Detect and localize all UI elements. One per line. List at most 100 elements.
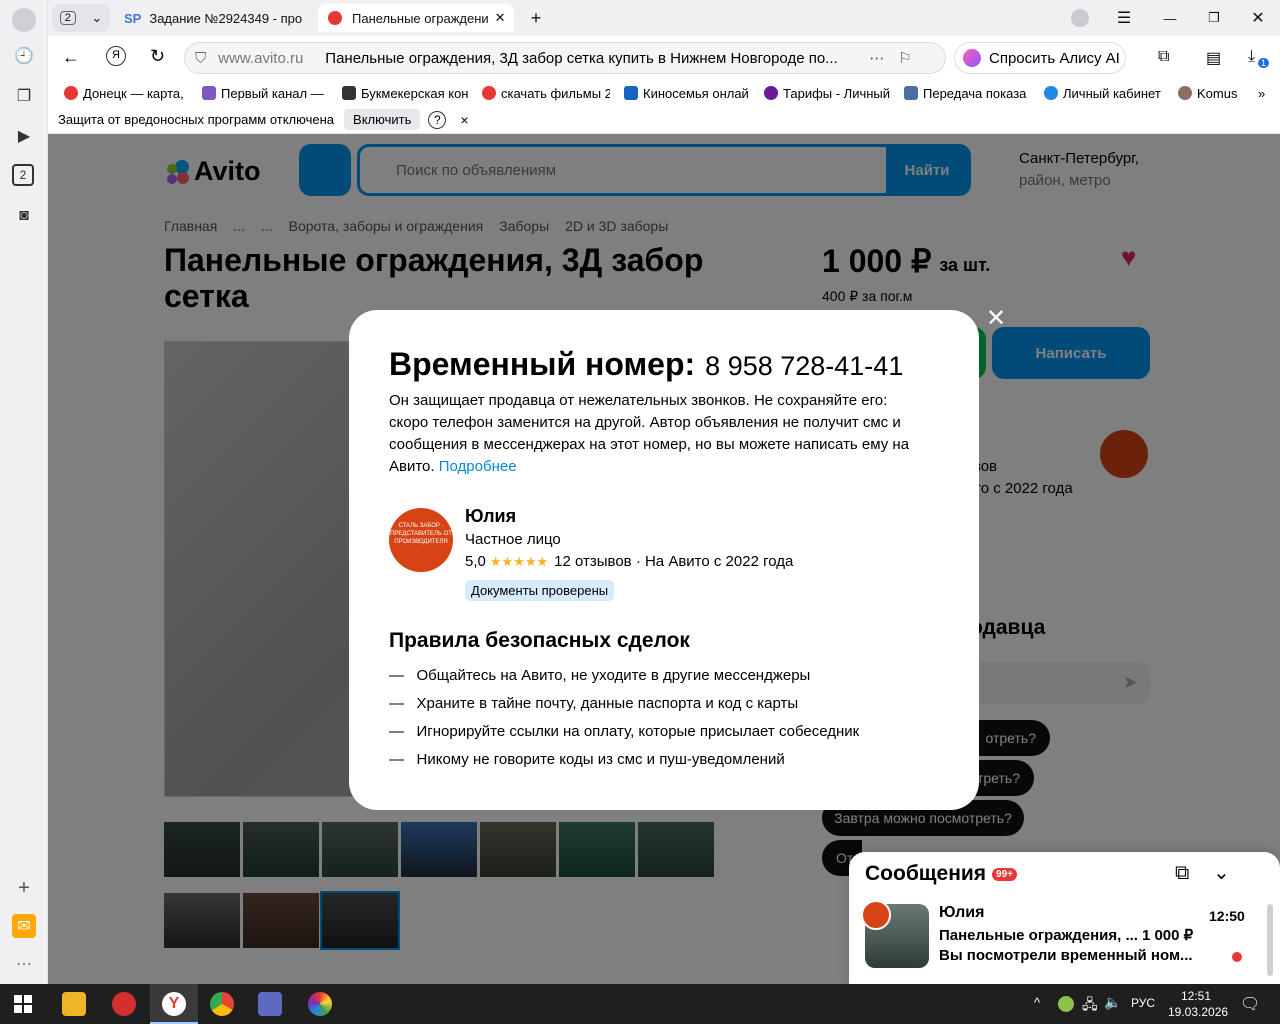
drop-icon [1044, 86, 1058, 100]
bookmark-label: Букмекерская кон [361, 85, 468, 101]
tab-title: Панельные ограждени [352, 10, 489, 26]
more-dots-icon[interactable]: ⋯ [869, 49, 884, 67]
screenshot-icon[interactable]: ◙ [12, 204, 36, 228]
rule-text: Игнорируйте ссылки на оплату, которые пр… [416, 723, 860, 740]
seller-type: Частное лицо [465, 531, 561, 548]
tab-avito[interactable]: Панельные ограждени ✕ [318, 4, 514, 32]
chat-item-title: Панельные ограждения, ... [939, 926, 1138, 944]
opera-icon[interactable] [112, 992, 136, 1016]
bookmark-item[interactable]: Komus [1178, 86, 1238, 101]
add-panel-icon[interactable]: + [12, 876, 36, 900]
alice-button[interactable]: Спросить Алису AI [954, 42, 1126, 74]
reviews-count[interactable]: 12 отзывов · На Авито с 2022 года [554, 553, 793, 570]
profile-avatar-icon[interactable] [12, 8, 36, 32]
clock-time: 12:51 [1180, 989, 1212, 1003]
extensions-icon[interactable]: ⧉ [1158, 48, 1169, 66]
rule-item: — Никому не говорите коды из смс и пуш-у… [389, 751, 785, 768]
tariffs-icon [764, 86, 778, 100]
bookmark-item[interactable]: Киносемья онлай [624, 86, 750, 101]
bookmark-item[interactable]: Тарифы - Личный [764, 86, 890, 101]
bookmark-label: скачать фильмы 2 [501, 85, 610, 101]
minimize-icon[interactable]: — [1160, 4, 1180, 32]
tab-group[interactable]: 2 ⌄ [52, 4, 110, 32]
seller-name[interactable]: Юлия [465, 506, 516, 527]
rule-text: Никому не говорите коды из смс и пуш-уве… [416, 751, 785, 768]
media-app-icon[interactable] [308, 992, 332, 1016]
bookmark-label: Первый канал — с [221, 85, 328, 101]
security-infobar: Защита от вредоносных программ отключена… [48, 106, 1280, 134]
network-icon[interactable]: 🖧 [1082, 994, 1098, 1018]
chat-time: 12:50 [1209, 908, 1245, 924]
seller-avatar-logo[interactable]: СТАЛЬ ЗАБОР · ПРЕДСТАВИТЕЛЬ ОТ ПРОИЗВОДИ… [389, 508, 453, 572]
tray-chevron-icon[interactable]: ^ [1034, 995, 1040, 1010]
mail-icon[interactable]: ✉ [12, 914, 36, 938]
downloads-badge: 1 [1258, 58, 1270, 68]
menu-icon[interactable]: ☰ [1114, 4, 1134, 32]
bookmark-item[interactable]: Первый канал — с [202, 86, 328, 101]
app-icon[interactable] [258, 992, 282, 1016]
tray-app-icon[interactable] [1058, 996, 1074, 1012]
komus-icon [1178, 86, 1192, 100]
more-bookmarks-icon[interactable]: » [1258, 86, 1265, 101]
back-icon[interactable]: ← [62, 47, 80, 68]
open-external-icon[interactable]: ⧉ [1175, 862, 1189, 885]
scrollbar[interactable] [1267, 904, 1273, 976]
chat-preview: Вы посмотрели временный ном... [939, 947, 1193, 964]
chevron-down-icon[interactable]: ⌄ [1213, 860, 1230, 885]
new-tab-button[interactable]: + [524, 4, 548, 32]
bookmark-label: Передача показа [923, 85, 1027, 101]
close-infobar-icon[interactable]: × [460, 112, 468, 128]
history-icon[interactable]: 🕘 [12, 44, 36, 68]
chrome-icon[interactable] [210, 992, 234, 1016]
tab-count-icon[interactable]: 2 [12, 164, 34, 186]
seller-rating: 5,0 ★★★★★ 12 отзывов · На Авито с 2022 г… [465, 553, 793, 570]
file-explorer-icon[interactable] [62, 992, 86, 1016]
reload-icon[interactable]: ↻ [150, 46, 165, 67]
messages-panel: Сообщения 99+ ⧉ ⌄ Юлия 12:50 Панельные о… [849, 852, 1280, 984]
close-modal-icon[interactable]: ✕ [986, 304, 1006, 333]
rule-item: — Игнорируйте ссылки на оплату, которые … [389, 723, 860, 740]
yandex-icon [482, 86, 496, 100]
rule-item: — Общайтесь на Авито, не уходите в други… [389, 667, 811, 684]
alice-icon [963, 49, 981, 67]
restore-icon[interactable]: ❐ [1204, 4, 1224, 32]
bookmark-item[interactable]: Донецк — карта, с [64, 86, 188, 101]
chevron-down-icon: ⌄ [91, 10, 103, 25]
media-play-icon[interactable]: ▶ [12, 124, 36, 148]
bookmark-item[interactable]: Личный кабинет [1044, 86, 1164, 101]
yandex-icon[interactable]: Я [106, 46, 126, 66]
web-page: Avito Найти Санкт-Петербург, район, метр… [48, 134, 1280, 984]
modal-header: Временный номер: 8 958 728-41-41 [389, 346, 903, 383]
more-link[interactable]: Подробнее [439, 458, 517, 475]
tab-zadanie[interactable]: SP Задание №2924349 - про [124, 4, 314, 32]
more-icon[interactable]: ⋯ [12, 952, 36, 976]
bookmark-item[interactable]: скачать фильмы 2 [482, 86, 610, 101]
url-bar[interactable]: ⛉ www.avito.ru Панельные ограждения, 3Д … [184, 42, 946, 74]
rating-value: 5,0 [465, 553, 486, 570]
volume-icon[interactable]: 🔈 [1104, 994, 1121, 1011]
account-icon[interactable] [1068, 4, 1092, 32]
chat-seller-avatar [861, 900, 891, 930]
download-icon[interactable]: ⤓ 1 [1248, 48, 1270, 68]
notifications-icon[interactable]: 🗨 [1240, 994, 1260, 1014]
bookmaker-icon [342, 86, 356, 100]
language-indicator[interactable]: РУС [1131, 996, 1155, 1010]
enable-button[interactable]: Включить [344, 109, 421, 130]
yandex-browser-task[interactable]: Y [150, 984, 198, 1024]
tv-icon [202, 86, 216, 100]
bookmark-icon[interactable]: ⚐ [898, 49, 911, 67]
close-tab-icon[interactable]: ✕ [495, 10, 506, 26]
meter-icon [904, 86, 918, 100]
bookmark-item[interactable]: Букмекерская кон [342, 86, 468, 101]
temporary-number-modal: Временный номер: 8 958 728-41-41 Он защи… [349, 310, 979, 810]
messages-header[interactable]: Сообщения 99+ [865, 862, 1018, 886]
clock[interactable]: 12:51 19.03.2026 [1168, 988, 1228, 1020]
bookmarks-bar: Донецк — карта, с Первый канал — с Букме… [48, 80, 1280, 106]
collections-icon[interactable]: ❐ [12, 84, 36, 108]
bookmark-item[interactable]: Передача показа [904, 86, 1030, 101]
help-icon[interactable]: ? [428, 110, 447, 129]
windows-start-icon[interactable] [14, 995, 32, 1013]
translate-icon[interactable]: ▤ [1206, 48, 1221, 68]
rules-list: — Общайтесь на Авито, не уходите в други… [389, 662, 859, 774]
close-window-icon[interactable]: ✕ [1248, 4, 1268, 32]
